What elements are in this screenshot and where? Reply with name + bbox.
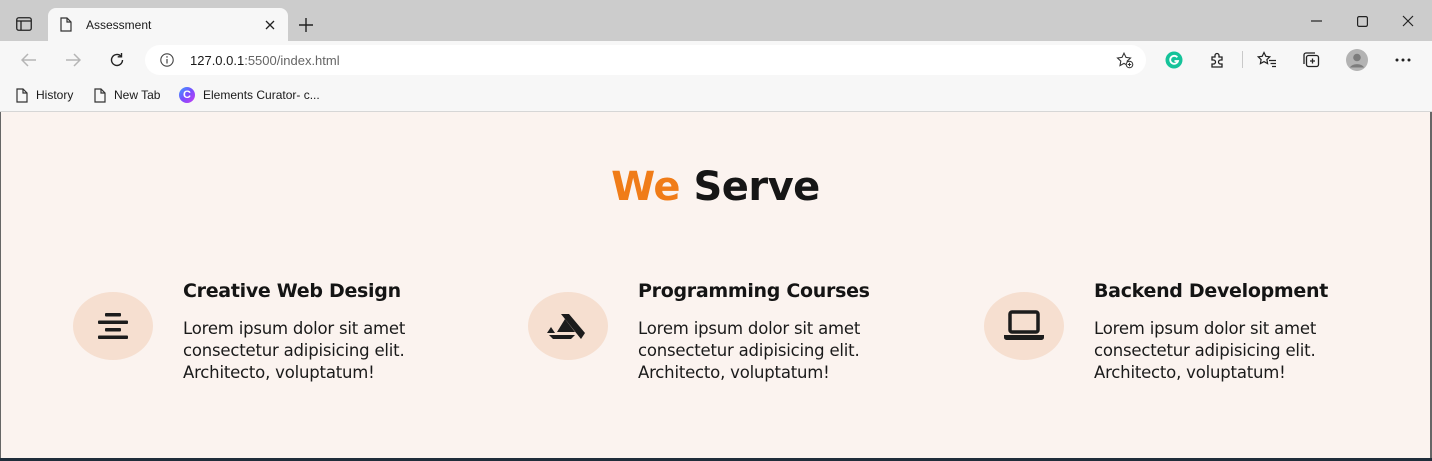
tab-actions-icon[interactable] — [10, 10, 38, 38]
window-border — [0, 112, 1, 461]
favorite-label: History — [36, 88, 74, 102]
toolbar-separator — [1242, 51, 1243, 68]
address-bar[interactable]: 127.0.0.1:5500/index.html — [145, 45, 1146, 75]
info-icon[interactable] — [152, 45, 182, 75]
service-icon-circle — [73, 292, 153, 360]
add-favorite-icon[interactable] — [1110, 45, 1140, 75]
service-card: Creative Web Design Lorem ipsum dolor si… — [73, 280, 493, 390]
minimize-button[interactable] — [1293, 8, 1339, 34]
favorite-history[interactable]: History — [16, 84, 73, 106]
curator-icon: C — [179, 87, 195, 103]
tab-title: Assessment — [86, 17, 152, 32]
url-host: 127.0.0.1 — [190, 52, 245, 68]
url-text: 127.0.0.1:5500/index.html — [190, 53, 1110, 68]
browser-toolbar: 127.0.0.1:5500/index.html — [0, 41, 1432, 79]
service-description: Lorem ipsum dolor sit amet consectetur a… — [183, 319, 406, 382]
page-icon — [60, 16, 74, 33]
profile-avatar[interactable] — [1342, 46, 1372, 74]
tab-strip: Assessment — [0, 0, 1432, 41]
service-title: Creative Web Design — [183, 280, 401, 302]
grammarly-extension-icon[interactable] — [1159, 46, 1189, 74]
service-card: Backend Development Lorem ipsum dolor si… — [984, 280, 1404, 390]
new-tab-button[interactable] — [293, 12, 319, 38]
laptop-icon — [1004, 310, 1044, 340]
service-title: Programming Courses — [638, 280, 870, 302]
more-options-icon[interactable] — [1388, 46, 1418, 74]
service-card: Programming Courses Lorem ipsum dolor si… — [528, 280, 948, 390]
artstation-icon — [547, 314, 585, 339]
heading-accent: We — [611, 164, 680, 210]
heading-main: Serve — [693, 164, 820, 210]
service-description: Lorem ipsum dolor sit amet consectetur a… — [638, 319, 861, 382]
service-description: Lorem ipsum dolor sit amet consectetur a… — [1094, 319, 1317, 382]
close-tab-icon[interactable] — [258, 13, 282, 37]
favorites-icon[interactable] — [1252, 46, 1282, 74]
favorites-bar: History New Tab C Elements Curator- c... — [0, 79, 1432, 112]
align-center-icon — [98, 313, 128, 339]
service-title: Backend Development — [1094, 280, 1329, 302]
page-icon — [94, 87, 106, 103]
service-icon-circle — [984, 292, 1064, 360]
collections-icon[interactable] — [1296, 46, 1326, 74]
close-window-button[interactable] — [1385, 8, 1431, 34]
back-button[interactable] — [14, 46, 44, 74]
page-icon — [16, 87, 28, 103]
favorite-elements-curator[interactable]: C Elements Curator- c... — [179, 84, 320, 106]
favorite-label: New Tab — [114, 88, 161, 102]
favorite-label: Elements Curator- c... — [203, 88, 320, 102]
extensions-icon[interactable] — [1203, 46, 1233, 74]
maximize-button[interactable] — [1339, 8, 1385, 34]
service-icon-circle — [528, 292, 608, 360]
forward-button[interactable] — [58, 46, 88, 74]
favorite-new-tab[interactable]: New Tab — [94, 84, 160, 106]
page-content: We Serve Creative Web Design Lorem ipsum… — [1, 112, 1430, 459]
section-heading: We Serve — [1, 164, 1430, 210]
url-path: :5500/index.html — [244, 52, 340, 68]
browser-tab-active[interactable]: Assessment — [48, 8, 288, 41]
refresh-button[interactable] — [102, 46, 132, 74]
